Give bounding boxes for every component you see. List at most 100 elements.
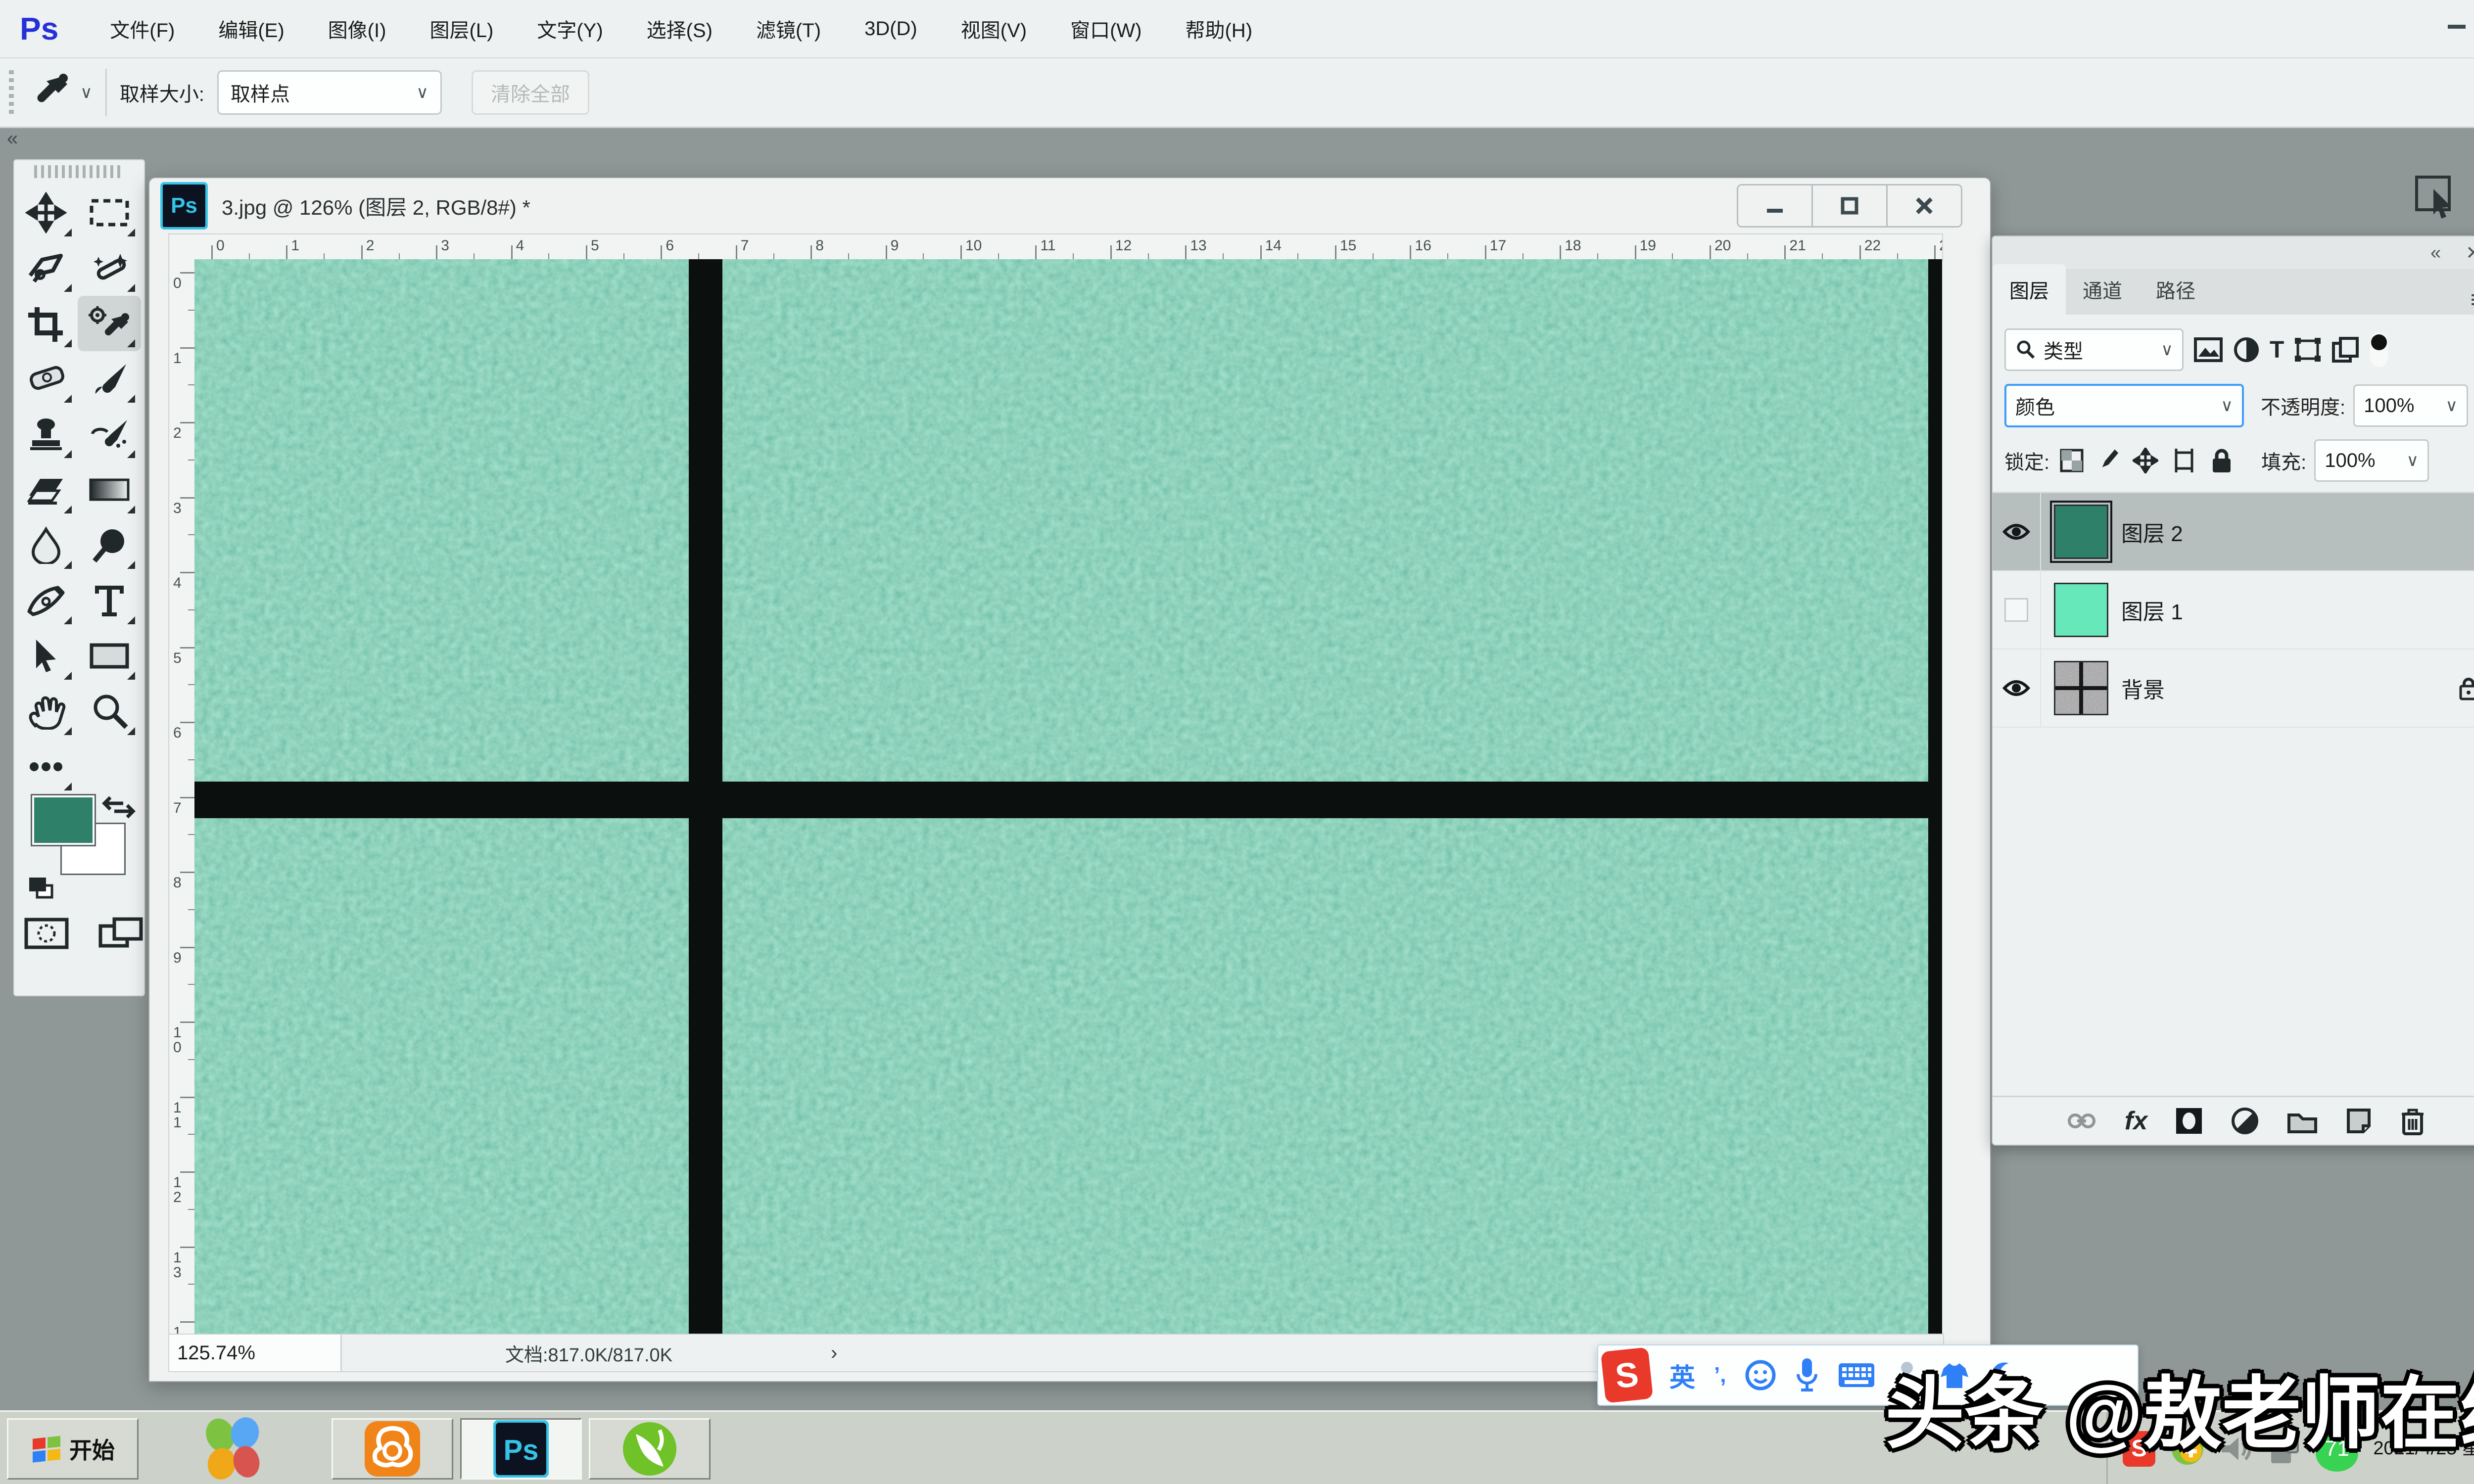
status-chevron[interactable]: › bbox=[831, 1342, 837, 1364]
doc-close-button[interactable] bbox=[1886, 184, 1962, 228]
menu-3d[interactable]: 3D(D) bbox=[843, 18, 939, 40]
layer-filter-dropdown[interactable]: 类型 ∨ bbox=[2004, 328, 2184, 371]
tab-layers[interactable]: 图层 bbox=[1993, 264, 2066, 315]
blur-tool[interactable] bbox=[14, 517, 78, 573]
menu-window[interactable]: 窗口(W) bbox=[1048, 14, 1163, 43]
tab-paths[interactable]: 路径 bbox=[2139, 264, 2212, 315]
zoom-tool[interactable] bbox=[78, 684, 141, 739]
layer-thumbnail[interactable] bbox=[2054, 661, 2108, 715]
pen-tool[interactable] bbox=[14, 573, 78, 628]
magic-wand-tool[interactable] bbox=[78, 240, 141, 296]
filter-pixel-icon[interactable] bbox=[2193, 337, 2223, 363]
layer-row-layer1[interactable]: 图层 1 bbox=[1993, 571, 2474, 649]
crop-tool[interactable] bbox=[14, 296, 78, 351]
panel-close-icon[interactable]: ✕ bbox=[2466, 242, 2474, 264]
visibility-toggle[interactable] bbox=[1993, 571, 2041, 649]
hand-tool[interactable] bbox=[14, 684, 78, 739]
visibility-toggle[interactable] bbox=[1993, 649, 2041, 727]
menu-file[interactable]: 文件(F) bbox=[88, 14, 196, 43]
ime-punct-toggle[interactable]: ’, bbox=[1714, 1363, 1726, 1388]
toolbar-grip[interactable] bbox=[34, 165, 124, 178]
clear-all-button[interactable]: 清除全部 bbox=[472, 70, 590, 115]
gradient-tool[interactable] bbox=[78, 462, 141, 517]
lock-pixel-icon[interactable] bbox=[2097, 448, 2120, 473]
vertical-ruler[interactable]: 01234567891011121314 bbox=[168, 259, 196, 1335]
group-folder-icon[interactable] bbox=[2287, 1108, 2318, 1134]
visibility-toggle[interactable] bbox=[1993, 493, 2041, 570]
default-colors-icon[interactable] bbox=[27, 877, 57, 901]
lock-transparent-icon[interactable] bbox=[2059, 448, 2084, 473]
toolbar-collapse-button[interactable]: « bbox=[7, 128, 18, 150]
layer-name[interactable]: 图层 1 bbox=[2121, 594, 2183, 626]
layer-thumbnail[interactable] bbox=[2054, 583, 2108, 637]
lock-all-icon[interactable] bbox=[2210, 447, 2234, 474]
menu-view[interactable]: 视图(V) bbox=[939, 14, 1048, 43]
menu-layer[interactable]: 图层(L) bbox=[408, 14, 515, 43]
menu-filter[interactable]: 滤镜(T) bbox=[734, 14, 843, 43]
quick-mask-icon[interactable] bbox=[24, 918, 69, 949]
ruler-corner[interactable] bbox=[168, 233, 196, 261]
menu-select[interactable]: 选择(S) bbox=[625, 14, 734, 43]
menu-edit[interactable]: 编辑(E) bbox=[196, 14, 306, 43]
sogou-logo[interactable]: S bbox=[1600, 1347, 1654, 1403]
filter-type-icon[interactable]: T bbox=[2270, 336, 2284, 364]
link-icon[interactable] bbox=[2066, 1111, 2097, 1131]
lock-position-icon[interactable] bbox=[2133, 448, 2159, 473]
eyedropper-tool[interactable] bbox=[78, 296, 141, 351]
lasso-tool[interactable] bbox=[14, 240, 78, 296]
opacity-field[interactable]: 100% ∨ bbox=[2353, 384, 2469, 427]
eyedropper-tool-icon[interactable] bbox=[29, 70, 73, 115]
panel-menu-icon[interactable]: ≡ bbox=[2471, 285, 2474, 315]
coreldraw-taskbar-button[interactable] bbox=[589, 1418, 711, 1480]
more-tools[interactable] bbox=[14, 739, 78, 794]
fill-field[interactable]: 100% ∨ bbox=[2314, 439, 2429, 482]
trash-icon[interactable] bbox=[2400, 1106, 2426, 1136]
start-button[interactable]: 开始 bbox=[7, 1418, 139, 1480]
layer-row-layer2[interactable]: 图层 2 bbox=[1993, 493, 2474, 571]
menu-image[interactable]: 图像(I) bbox=[306, 14, 408, 43]
eraser-tool[interactable] bbox=[14, 462, 78, 517]
fx-icon[interactable]: fx bbox=[2125, 1106, 2147, 1136]
layer-name[interactable]: 背景 bbox=[2121, 672, 2165, 704]
viewer-app-icon[interactable] bbox=[193, 1414, 272, 1484]
layer-thumbnail[interactable] bbox=[2050, 501, 2112, 563]
doc-restore-button[interactable] bbox=[1811, 184, 1886, 228]
keyboard-icon[interactable] bbox=[1838, 1361, 1875, 1389]
canvas[interactable] bbox=[194, 259, 1942, 1334]
menu-type[interactable]: 文字(Y) bbox=[515, 14, 624, 43]
foreground-color-swatch[interactable] bbox=[31, 794, 96, 846]
mic-icon[interactable] bbox=[1795, 1357, 1819, 1393]
path-select-tool[interactable] bbox=[14, 628, 78, 684]
blend-mode-dropdown[interactable]: 颜色 ∨ bbox=[2004, 384, 2244, 427]
tab-channels[interactable]: 通道 bbox=[2066, 264, 2139, 315]
menu-help[interactable]: 帮助(H) bbox=[1163, 14, 1274, 43]
ime-mode-toggle[interactable]: 英 bbox=[1669, 1357, 1695, 1394]
marquee-tool[interactable] bbox=[78, 185, 141, 240]
panel-collapse-icon[interactable]: « bbox=[2430, 242, 2441, 264]
lock-artboard-icon[interactable] bbox=[2171, 448, 2197, 473]
swap-colors-icon[interactable] bbox=[101, 792, 136, 823]
filter-adjustment-icon[interactable] bbox=[2233, 336, 2260, 363]
app-minimize-button[interactable] bbox=[2421, 0, 2474, 42]
screen-mode-icon[interactable] bbox=[98, 917, 144, 950]
adjustment-icon[interactable] bbox=[2231, 1107, 2259, 1135]
document-title-bar[interactable]: Ps 3.jpg @ 126% (图层 2, RGB/8#) * bbox=[149, 178, 1990, 233]
history-brush-tool[interactable] bbox=[78, 407, 141, 462]
dodge-tool[interactable] bbox=[78, 517, 141, 573]
layer-mask-icon[interactable] bbox=[2175, 1106, 2203, 1136]
sample-size-dropdown[interactable]: 取样点 ∨ bbox=[217, 70, 442, 115]
brush-tool[interactable] bbox=[78, 351, 141, 407]
clone-stamp-tool[interactable] bbox=[14, 407, 78, 462]
tool-preset-chevron[interactable]: ∨ bbox=[80, 83, 93, 102]
doc-minimize-button[interactable] bbox=[1737, 184, 1811, 228]
patch-tool[interactable] bbox=[14, 351, 78, 407]
smiley-icon[interactable] bbox=[1745, 1359, 1776, 1391]
zoom-level-field[interactable]: 125.74% bbox=[169, 1335, 342, 1371]
new-layer-icon[interactable] bbox=[2345, 1107, 2372, 1135]
filter-shape-icon[interactable] bbox=[2294, 337, 2322, 363]
uc-browser-taskbar-button[interactable] bbox=[332, 1418, 453, 1480]
move-tool[interactable] bbox=[14, 185, 78, 240]
layer-name[interactable]: 图层 2 bbox=[2121, 516, 2183, 548]
filter-toggle-icon[interactable] bbox=[2369, 331, 2389, 368]
photoshop-taskbar-button[interactable]: Ps bbox=[460, 1418, 582, 1480]
